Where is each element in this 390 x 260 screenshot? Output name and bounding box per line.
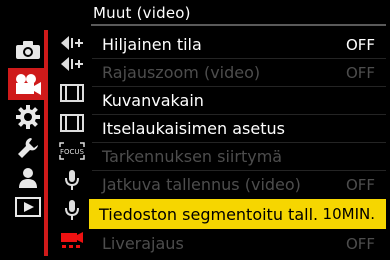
subtab-1[interactable]: [56, 32, 88, 54]
menu-item-loop-recording[interactable]: Jatkuva tallennus (video) OFF: [92, 171, 386, 198]
tab-photo[interactable]: [8, 36, 48, 64]
video-camera-icon: [16, 74, 41, 95]
tab-custom[interactable]: [8, 103, 48, 131]
svg-text:FOCUS: FOCUS: [60, 148, 85, 156]
tab-playback[interactable]: [8, 193, 48, 221]
film-frame-icon: [60, 114, 84, 132]
menu-item-value: 10MIN.: [322, 205, 375, 223]
menu-item-label: Kuvanvakain: [102, 91, 204, 110]
main-tab-column: [0, 30, 48, 260]
menu-item-value: OFF: [345, 35, 375, 54]
menu-item-value: OFF: [345, 234, 375, 253]
subtab-3[interactable]: [56, 82, 88, 104]
exposure-arrows-icon: [61, 57, 83, 71]
menu-item-focus-transition[interactable]: Tarkennuksen siirtymä: [92, 143, 386, 170]
subtab-5[interactable]: FOCUS: [56, 140, 88, 162]
menu-item-label: Liverajaus: [102, 234, 184, 253]
tab-my-menu[interactable]: [8, 164, 48, 192]
menu-item-self-timer[interactable]: Itselaukaisimen asetus: [92, 115, 386, 142]
person-icon: [19, 168, 37, 188]
tab-setup[interactable]: [8, 134, 48, 162]
subtab-6[interactable]: [56, 169, 88, 191]
menu-item-label: Tarkennuksen siirtymä: [102, 147, 283, 166]
menu-item-crop-zoom[interactable]: Rajauszoom (video) OFF: [92, 59, 386, 86]
subtab-2[interactable]: [56, 53, 88, 75]
menu-item-label: Rajauszoom (video): [102, 63, 261, 82]
menu-title: Muut (video): [93, 4, 191, 22]
tab-video[interactable]: [8, 68, 48, 100]
menu-item-image-stabilizer[interactable]: Kuvanvakain: [92, 87, 386, 114]
menu-item-label: Itselaukaisimen asetus: [102, 119, 285, 138]
video-other-icon: [61, 232, 83, 248]
subtab-4[interactable]: [56, 112, 88, 134]
header-divider: [91, 24, 386, 26]
microphone-icon: [65, 200, 79, 220]
camera-icon: [16, 41, 40, 59]
menu-item-live-cropping[interactable]: Liverajaus OFF: [92, 230, 386, 257]
menu-item-label: Tiedoston segmentoitu tall.: [99, 204, 319, 224]
menu-item-segmented-file-recording[interactable]: Tiedoston segmentoitu tall. 10MIN.: [89, 199, 386, 229]
microphone-icon: [65, 170, 79, 190]
film-frame-icon: [60, 84, 84, 102]
subtab-8-active[interactable]: [56, 228, 88, 250]
menu-item-silent-mode[interactable]: Hiljainen tila OFF: [92, 31, 386, 58]
camera-menu-screen: Muut (video) FOCUS Hiljainen tila OFF Ra…: [0, 0, 390, 260]
focus-frame-icon: FOCUS: [59, 142, 85, 160]
menu-item-label: Hiljainen tila: [102, 35, 202, 54]
subtab-7[interactable]: [56, 199, 88, 221]
playback-icon: [15, 197, 41, 217]
active-tab-bar: [44, 30, 48, 256]
menu-item-value: OFF: [345, 175, 375, 194]
menu-item-value: OFF: [345, 63, 375, 82]
exposure-arrows-icon: [61, 36, 83, 50]
gear-icon: [16, 105, 40, 129]
menu-item-label: Jatkuva tallennus (video): [102, 175, 301, 194]
wrench-icon: [18, 138, 38, 158]
